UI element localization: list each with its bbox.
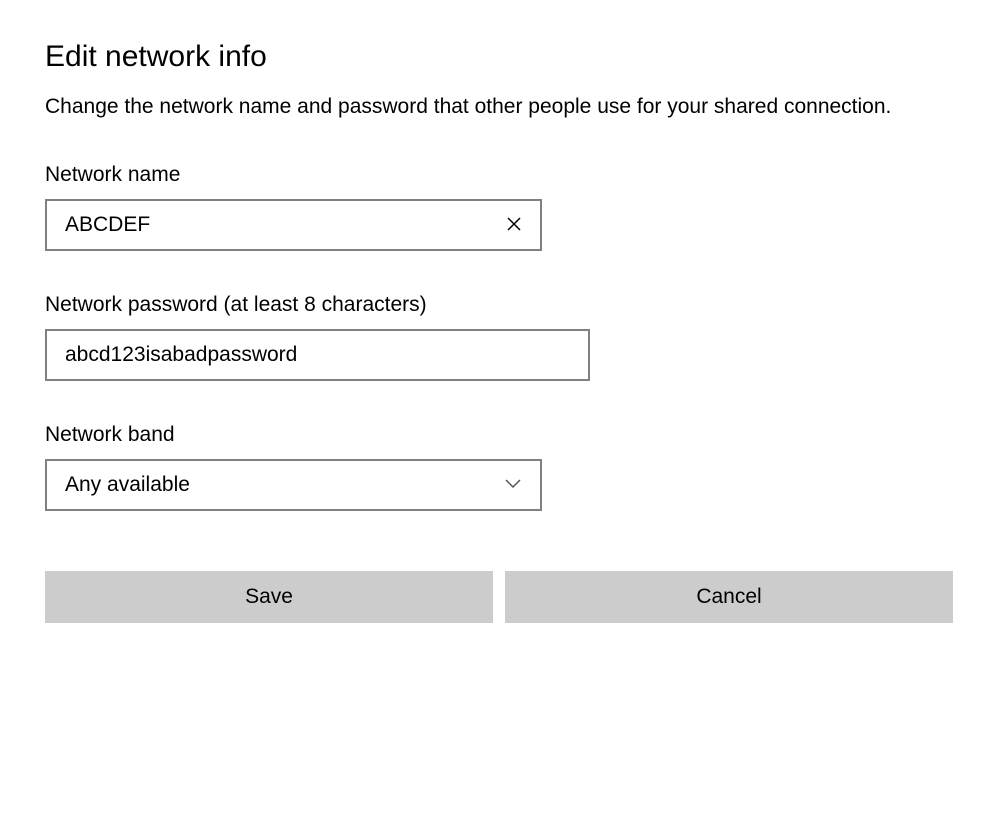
network-name-input-wrapper [45,199,542,251]
save-button[interactable]: Save [45,571,493,623]
network-band-label: Network band [45,423,955,447]
cancel-button[interactable]: Cancel [505,571,953,623]
close-icon [507,215,521,236]
button-row: Save Cancel [45,571,955,623]
chevron-down-icon [504,476,522,494]
network-band-select[interactable]: Any available [45,459,542,511]
network-name-input[interactable] [47,201,540,249]
network-password-label: Network password (at least 8 characters) [45,293,955,317]
network-name-field: Network name [45,163,955,251]
network-password-input[interactable] [45,329,590,381]
network-band-field: Network band Any available [45,423,955,511]
network-name-label: Network name [45,163,955,187]
network-band-value: Any available [65,473,504,497]
dialog-title: Edit network info [45,40,955,74]
network-password-field: Network password (at least 8 characters) [45,293,955,381]
clear-network-name-button[interactable] [488,201,540,249]
dialog-description: Change the network name and password tha… [45,92,945,121]
